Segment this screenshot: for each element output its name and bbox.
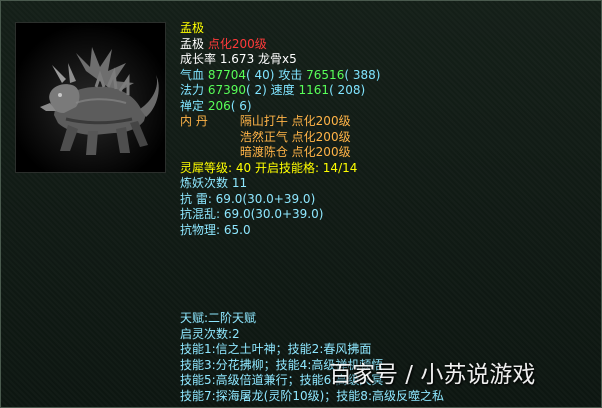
awaken-count: 启灵次数:2: [180, 326, 240, 341]
resist-thunder: 抗 雷: 69.0(30.0+39.0): [180, 191, 316, 206]
mp-value: 67390: [207, 83, 247, 97]
skill-line: 技能7:探海屠龙(灵阶10级)；技能8:高级反噬之私: [180, 388, 444, 403]
hp-label: 气血: [180, 67, 205, 82]
neidan-level: 点化200级: [291, 114, 351, 128]
focus-label: 禅定: [180, 98, 205, 113]
pet-info: 孟极 孟极 点化200级 成长率 1.673 龙骨x5 气血 87704( 40…: [180, 21, 600, 238]
growth-label: 成长率: [180, 52, 217, 66]
neidan-level: 点化200级: [291, 145, 351, 159]
hp-value: 87704: [207, 67, 247, 82]
beast-illustration-icon: [16, 23, 165, 172]
focus-points: ( 6): [230, 98, 252, 113]
neidan-name: 暗渡陈仓: [239, 145, 288, 159]
neidan-name: 隔山打牛: [239, 114, 288, 128]
atk-value: 76516: [306, 67, 345, 82]
spirit-level: 灵犀等级: 40 开启技能格: 14/14: [180, 160, 358, 175]
pet-level-tag: 点化200级: [207, 36, 267, 51]
hp-points: ( 40): [246, 67, 275, 82]
neidan-name: 浩然正气: [239, 129, 288, 144]
focus-value: 206: [207, 98, 231, 113]
pet-name: 孟极: [180, 36, 205, 51]
spd-points: ( 208): [329, 83, 366, 97]
name-row: 孟极 点化200级: [180, 37, 600, 53]
hp-atk-row: 气血 87704( 40) 攻击 76516( 388): [180, 68, 600, 84]
resist-chaos: 抗混乱: 69.0(30.0+39.0): [180, 207, 324, 221]
focus-row: 禅定 206( 6): [180, 99, 600, 115]
neidan-level: 点化200级: [291, 129, 351, 144]
pet-title: 孟极: [180, 21, 205, 35]
mp-spd-row: 法力 67390( 2) 速度 1161( 208): [180, 83, 600, 99]
talent: 天赋:二阶天赋: [180, 311, 257, 325]
growth-value: 1.673: [219, 52, 255, 66]
talent-skills: 天赋:二阶天赋 启灵次数:2 技能1:信之土叶神；技能2:春风拂面 技能3:分花…: [180, 311, 600, 404]
bone-count: 龙骨x5: [258, 52, 297, 66]
mp-label: 法力: [180, 83, 205, 97]
neidan-row-2: 浩然正气 点化200级: [180, 130, 600, 146]
neidan-row-3: 暗渡陈仓 点化200级: [180, 145, 600, 161]
pet-tooltip-panel: 孟极 孟极 点化200级 成长率 1.673 龙骨x5 气血 87704( 40…: [0, 0, 602, 408]
spd-label: 速度: [270, 83, 295, 97]
atk-points: ( 388): [344, 67, 381, 82]
neidan-label: 内 丹: [180, 114, 208, 128]
pet-portrait: [15, 22, 166, 173]
atk-label: 攻击: [278, 67, 303, 82]
spd-value: 1161: [298, 83, 330, 97]
mp-points: ( 2): [246, 83, 267, 97]
refine-count: 炼妖次数 11: [180, 176, 248, 190]
growth-row: 成长率 1.673 龙骨x5: [180, 52, 600, 68]
resist-physical: 抗物理: 65.0: [180, 222, 251, 237]
watermark: 百家号 / 小苏说游戏: [329, 362, 536, 388]
neidan-row-1: 内 丹 隔山打牛 点化200级: [180, 114, 600, 130]
skill-line: 技能1:信之土叶神；技能2:春风拂面: [180, 342, 372, 356]
